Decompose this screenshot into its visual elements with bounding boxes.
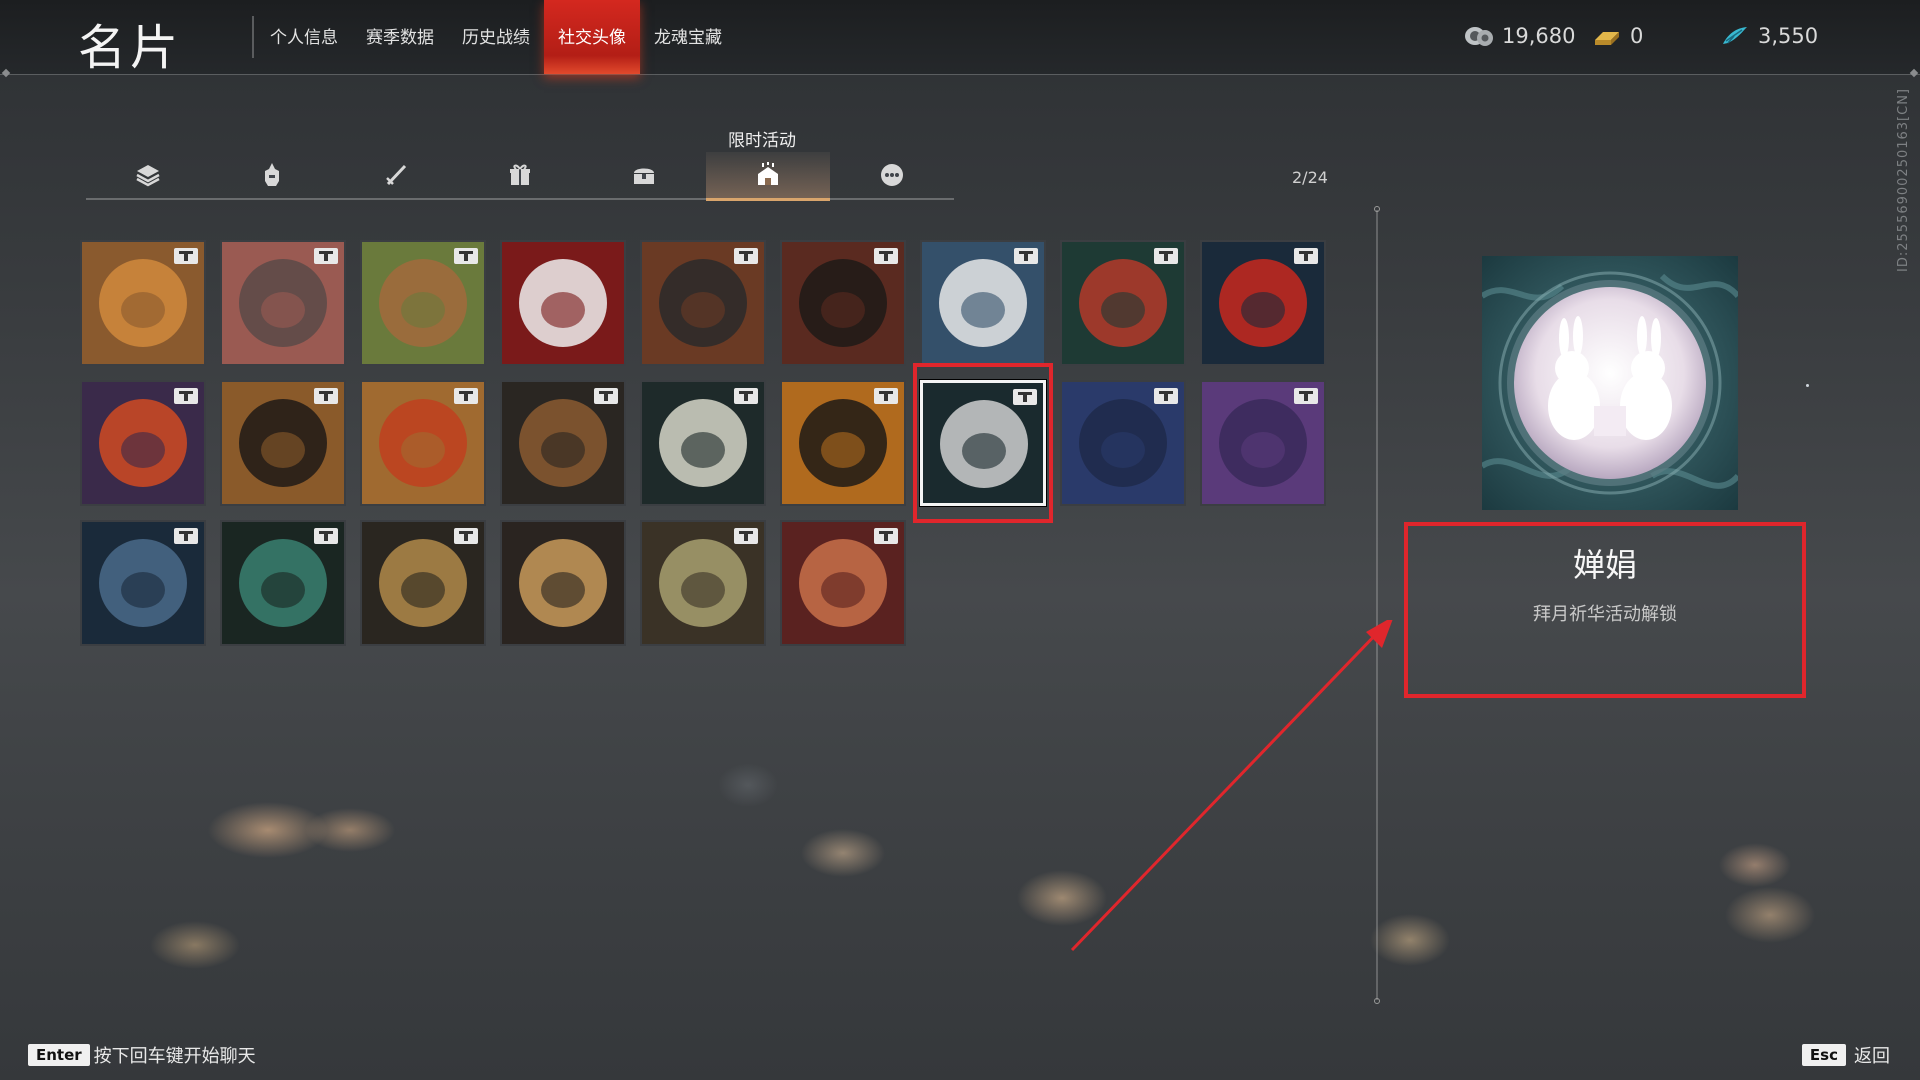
collection-count: 2/24 <box>1292 168 1328 187</box>
lock-icon <box>1154 388 1178 404</box>
player-id: ID:2555690025016​3[CN] <box>1896 88 1911 272</box>
tab-other[interactable] <box>830 152 954 198</box>
divider-dot <box>1374 998 1380 1004</box>
tab-heroes[interactable] <box>210 152 334 198</box>
spear-emblem-avatar[interactable] <box>500 520 626 646</box>
masked-face-avatar[interactable] <box>920 240 1046 366</box>
plum-blossom-avatar[interactable] <box>500 240 626 366</box>
lock-icon <box>314 388 338 404</box>
lantern-robe-avatar[interactable] <box>640 520 766 646</box>
top-nav: 个人信息 赛季数据 历史战绩 社交头像 龙魂宝藏 <box>256 0 736 74</box>
divider-dot <box>1374 206 1380 212</box>
teal-lotus-avatar[interactable] <box>220 520 346 646</box>
coins-value: 19,680 <box>1502 24 1576 48</box>
back-label: 返回 <box>1854 1046 1890 1067</box>
lock-icon <box>1154 248 1178 264</box>
jade-value: 3,550 <box>1758 24 1819 48</box>
dragon-silhouette-avatar[interactable] <box>780 380 906 506</box>
chat-hint: Enter 按下回车键开始聊天 <box>28 1042 256 1068</box>
more-icon <box>881 164 903 186</box>
enter-key[interactable]: Enter <box>28 1044 90 1066</box>
sword-icon <box>386 164 407 186</box>
annotation-arrow <box>1070 620 1393 952</box>
cat-avatar[interactable] <box>220 240 346 366</box>
lock-icon <box>174 248 198 264</box>
shiba-avatar[interactable] <box>80 240 206 366</box>
plum-blossom-avatar-art <box>502 242 624 364</box>
currency-coins: 19,680 <box>1464 24 1575 48</box>
flame-warrior-avatar[interactable] <box>220 380 346 506</box>
nav-tab-profile[interactable]: 个人信息 <box>256 0 352 74</box>
purple-lady-avatar[interactable] <box>1200 380 1326 506</box>
sparkle <box>1806 384 1809 387</box>
lock-icon <box>734 528 758 544</box>
male-warrior-avatar[interactable] <box>780 240 906 366</box>
lock-icon <box>1294 388 1318 404</box>
blue-lady-avatar[interactable] <box>1060 380 1186 506</box>
gold-fish-emblem-avatar[interactable] <box>500 380 626 506</box>
lock-icon <box>734 248 758 264</box>
lock-icon <box>1294 248 1318 264</box>
lock-icon <box>594 388 618 404</box>
lock-icon <box>314 248 338 264</box>
nav-tab-season-stats[interactable]: 赛季数据 <box>352 0 448 74</box>
page-title: 名片 <box>78 20 183 76</box>
chat-hint-text: 按下回车键开始聊天 <box>93 1046 256 1067</box>
tab-weapons[interactable] <box>334 152 458 198</box>
gold-value: 0 <box>1630 24 1644 48</box>
jade-feather-icon <box>1723 27 1747 44</box>
lock-icon <box>874 388 898 404</box>
tab-treasure[interactable] <box>582 152 706 198</box>
fish-shield-avatar[interactable] <box>640 380 766 506</box>
flame-fish-avatar[interactable] <box>360 380 486 506</box>
event-tent-icon <box>758 162 778 185</box>
tab-all[interactable] <box>86 152 210 198</box>
nav-tab-dragon-treasure[interactable]: 龙魂宝藏 <box>640 0 736 74</box>
avatar-name: 婵娟 <box>1572 546 1637 584</box>
tab-tooltip: 限时活动 <box>728 131 796 151</box>
lock-icon <box>874 248 898 264</box>
avatar-unlock-desc: 拜月祈华活动解锁 <box>1533 604 1677 625</box>
blue-lotus-avatar[interactable] <box>80 520 206 646</box>
tab-gifts[interactable] <box>458 152 582 198</box>
treasure-chest-icon <box>634 168 654 184</box>
title-separator <box>252 16 254 58</box>
otter-avatar[interactable] <box>360 240 486 366</box>
selection-highlight <box>913 363 1053 523</box>
avatar-grid <box>80 240 1340 650</box>
gold-lotus-avatar[interactable] <box>360 520 486 646</box>
lock-icon <box>454 528 478 544</box>
layers-icon <box>136 165 160 187</box>
rabbits-moon-icon <box>1482 256 1738 510</box>
gold-bar-icon <box>1595 32 1619 45</box>
lock-icon <box>1014 248 1038 264</box>
gift-box-icon <box>510 164 530 185</box>
lock-icon <box>454 248 478 264</box>
lock-icon <box>314 528 338 544</box>
lock-icon <box>454 388 478 404</box>
nav-tab-social-avatar[interactable]: 社交头像 <box>544 0 640 74</box>
lock-icon <box>174 388 198 404</box>
back-control[interactable]: Esc 返回 <box>1801 1042 1890 1068</box>
category-tabs <box>86 152 954 201</box>
currency-gold: 0 <box>1592 24 1643 48</box>
bell-wreath-avatar[interactable] <box>1060 240 1186 366</box>
red-fish-avatar[interactable] <box>780 520 906 646</box>
red-dragon-avatar[interactable] <box>80 380 206 506</box>
currency-jade: 3,550 <box>1720 24 1818 48</box>
nav-tab-history[interactable]: 历史战绩 <box>448 0 544 74</box>
lock-icon <box>874 528 898 544</box>
coin-stack-icon <box>1465 27 1493 46</box>
esc-key[interactable]: Esc <box>1801 1044 1846 1066</box>
spear-emblem-avatar-art <box>502 522 624 644</box>
red-claw-avatar[interactable] <box>1200 240 1326 366</box>
tab-limited-events[interactable] <box>706 152 830 201</box>
lock-icon <box>174 528 198 544</box>
warrior-helmet-icon <box>265 163 279 186</box>
avatar-preview <box>1482 256 1738 510</box>
female-warrior-avatar[interactable] <box>640 240 766 366</box>
lock-icon <box>734 388 758 404</box>
